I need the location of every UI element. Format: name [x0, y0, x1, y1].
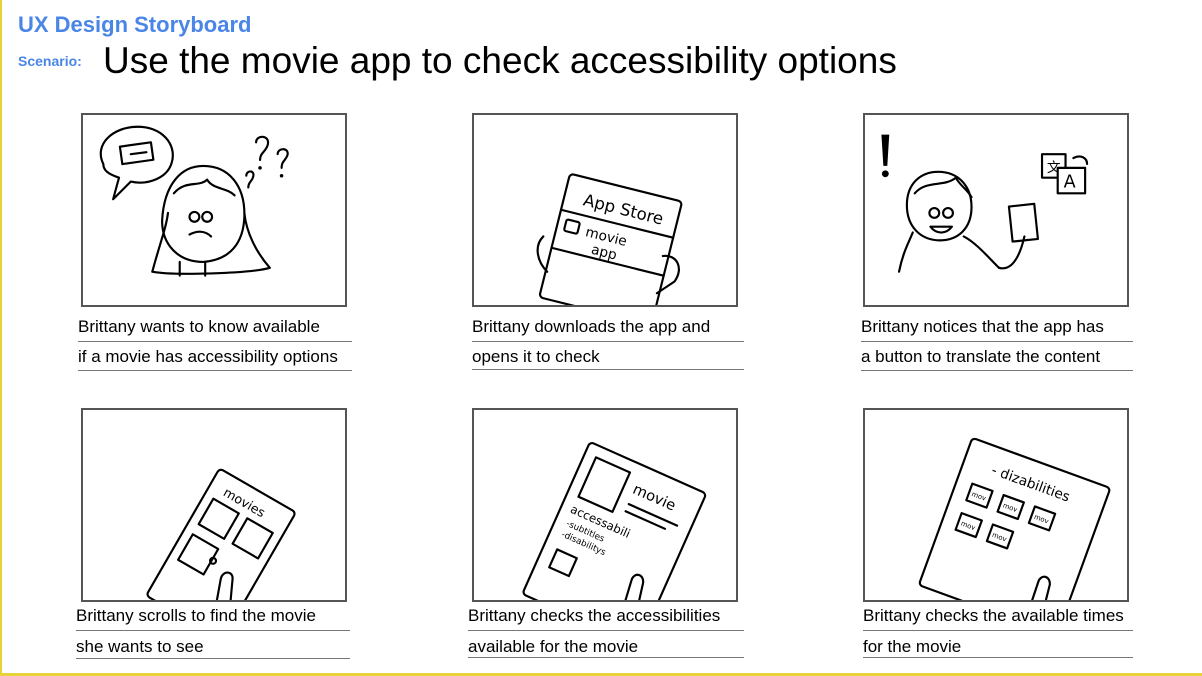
- left-accent-rule: [0, 0, 2, 676]
- showtime-slot-1: mov: [970, 490, 987, 503]
- panel-2-underline-2: [472, 369, 744, 370]
- sketch-movie-list-phone: movies: [146, 468, 296, 600]
- panel-6-underline-1: [863, 630, 1133, 631]
- showtime-slot-4: mov: [960, 520, 977, 533]
- panel-5-underline-1: [468, 630, 744, 631]
- sketch-app-store-phone: App Store movie app: [536, 173, 683, 305]
- storyboard-frame-4: movies: [81, 408, 347, 602]
- translate-icon: 文 A: [1040, 153, 1089, 195]
- panel-3-caption-line-2: a button to translate the content: [861, 347, 1101, 366]
- sketch-translate-button: 文 A: [881, 134, 1089, 273]
- app-store-label: App Store: [581, 190, 665, 228]
- storyboard-frame-6: - dizabilities mov mov mov mov mov: [863, 408, 1129, 602]
- panel-6-caption-line-1: Brittany checks the available times: [863, 606, 1124, 625]
- panel-1-underline-1: [78, 341, 352, 342]
- storyboard-title: UX Design Storyboard: [18, 12, 252, 37]
- panel-5-underline-2: [468, 657, 744, 658]
- scenario-label: Scenario:: [18, 53, 82, 69]
- showtime-slot-3: mov: [1033, 513, 1050, 526]
- panel-2-caption-line-1: Brittany downloads the app and: [472, 317, 711, 336]
- panel-1-underline-2: [78, 370, 352, 371]
- storyboard-frame-3: 文 A: [863, 113, 1129, 307]
- showtime-slot-2: mov: [1002, 501, 1019, 514]
- showtime-slot-5: mov: [991, 531, 1008, 544]
- panel-4-caption-line-1: Brittany scrolls to find the movie: [76, 606, 316, 625]
- panel-1-caption-line-2: if a movie has accessibility options: [78, 347, 338, 366]
- storyboard-frame-2: App Store movie app: [472, 113, 738, 307]
- panel-3-caption-line-1: Brittany notices that the app has: [861, 317, 1104, 336]
- panel-4-caption-line-2: she wants to see: [76, 637, 204, 656]
- scenario-text: Use the movie app to check accessibility…: [103, 40, 897, 81]
- panel-3-underline-1: [861, 341, 1133, 342]
- panel-3-underline-2: [861, 370, 1133, 371]
- sketch-confused-person: [99, 125, 289, 277]
- panel-6-underline-2: [863, 657, 1133, 658]
- panel-2-underline-1: [472, 341, 744, 342]
- movie-title-label: movie: [630, 481, 678, 515]
- panel-4-underline-2: [76, 658, 350, 659]
- storyboard-frame-1: [81, 113, 347, 307]
- panel-1-caption-line-1: Brittany wants to know available: [78, 317, 320, 336]
- sketch-showtimes-screen: - dizabilities mov mov mov mov mov: [918, 437, 1111, 600]
- storyboard-frame-5: movie accessabili -subtitles -disability…: [472, 408, 738, 602]
- panel-4-underline-1: [76, 630, 350, 631]
- sketch-accessibility-screen: movie accessabili -subtitles -disability…: [522, 442, 707, 600]
- panel-2-caption-line-2: opens it to check: [472, 347, 600, 366]
- translate-glyph-target: A: [1064, 172, 1076, 192]
- panel-5-caption-line-1: Brittany checks the accessibilities: [468, 606, 721, 625]
